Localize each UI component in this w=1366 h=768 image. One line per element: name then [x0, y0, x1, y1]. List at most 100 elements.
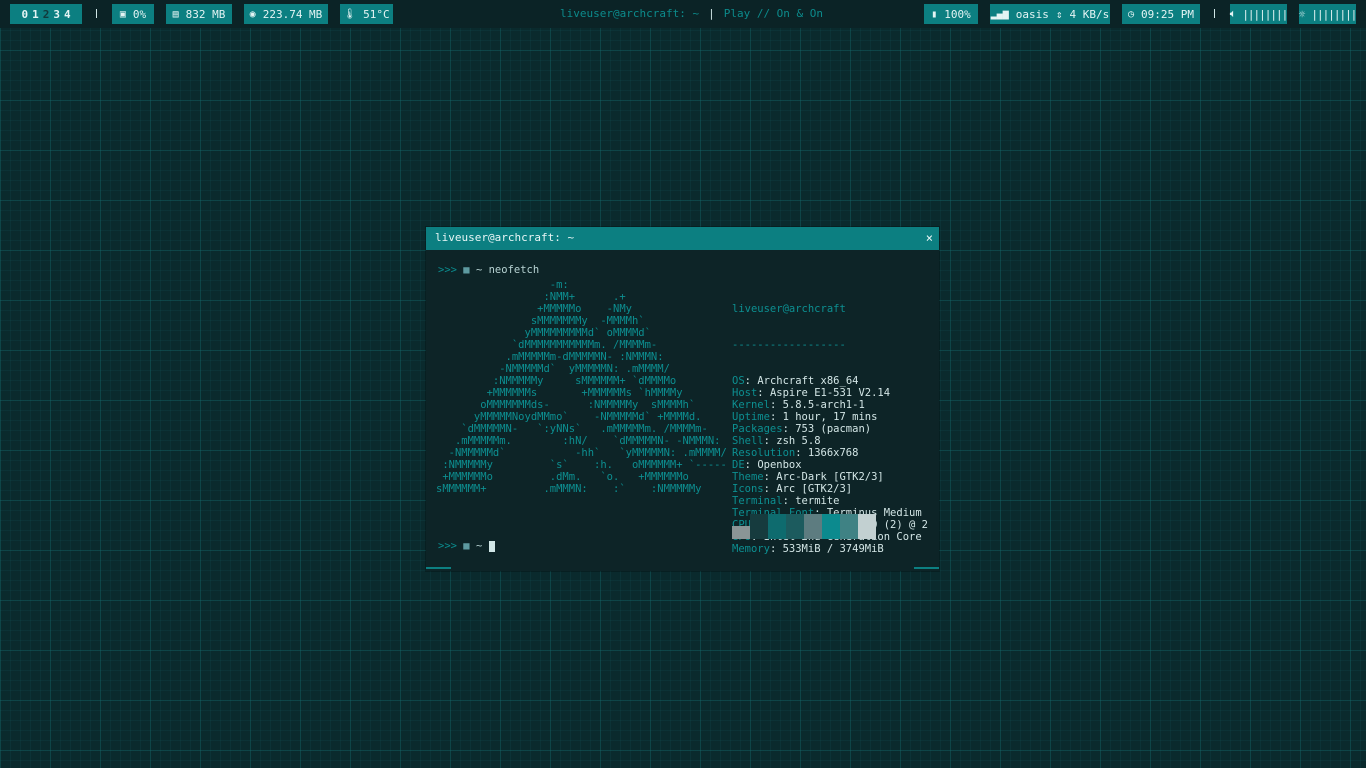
- info-userhost: liveuser@archcraft: [732, 303, 846, 315]
- info-value: Aspire E1-531 V2.14: [769, 387, 891, 399]
- clock-module[interactable]: ◷ 09:25 PM: [1122, 4, 1200, 24]
- info-row: Terminal: termite: [732, 495, 840, 507]
- prompt-line: >>> ■ ~ neofetch: [438, 264, 539, 276]
- window-title-area: liveuser@archcraft: ~ | Play // On & On: [560, 0, 823, 28]
- info-key: DE: [732, 459, 745, 471]
- info-key: Terminal: [732, 495, 783, 507]
- thermometer-icon: 🌡︎: [343, 8, 357, 20]
- workspace-switcher: 0 1 2 3 4: [10, 4, 82, 24]
- palette-swatch: [822, 514, 840, 539]
- prompt-line-active[interactable]: >>> ■ ~: [438, 540, 495, 552]
- palette-swatch: [840, 514, 858, 539]
- workspace-3[interactable]: 3: [53, 8, 60, 21]
- info-row: Theme: Arc-Dark [GTK2/3]: [732, 471, 884, 483]
- info-value: Arc [GTK2/3]: [776, 483, 853, 495]
- info-row: Packages: 753 (pacman): [732, 423, 872, 435]
- info-row: Shell: zsh 5.8: [732, 435, 821, 447]
- workspace-4[interactable]: 4: [64, 8, 71, 21]
- info-value: 1366x768: [807, 447, 859, 459]
- prompt-arrows: >>>: [438, 540, 457, 552]
- network-speed: 4 KB/s: [1069, 7, 1110, 21]
- info-key: Shell: [732, 435, 764, 447]
- color-palette: [732, 514, 876, 539]
- disk-module[interactable]: ◉ 223.74 MB: [244, 4, 328, 24]
- text-cursor: [488, 540, 495, 552]
- info-value: 5.8.5-arch1-1: [782, 399, 865, 411]
- info-row: Resolution: 1366x768: [732, 447, 859, 459]
- network-ssid: oasis: [1015, 7, 1049, 21]
- disk-value: 223.74 MB: [262, 7, 323, 21]
- prompt-dir: ~: [475, 540, 483, 552]
- info-value: Arc-Dark [GTK2/3]: [776, 471, 884, 483]
- info-key: Packages: [732, 423, 783, 435]
- memory-module[interactable]: ▤ 832 MB: [166, 4, 232, 24]
- terminal-left-indicator: [426, 567, 451, 569]
- top-panel: 0 1 2 3 4 ▣ 0% ▤ 832 MB ◉ 223.74 MB 🌡︎ 5…: [0, 0, 1366, 28]
- speaker-icon: 🔈︎: [1229, 7, 1237, 20]
- palette-swatch: [750, 514, 768, 539]
- folder-icon: ■: [463, 264, 470, 276]
- info-key: OS: [732, 375, 745, 387]
- brightness-icon: ☼: [1298, 7, 1306, 21]
- memory-icon: ▤: [172, 8, 179, 20]
- terminal-title: liveuser@archcraft: ~: [435, 231, 575, 244]
- command-text: neofetch: [488, 264, 540, 276]
- brightness-module[interactable]: ☼ ||||||||: [1298, 4, 1357, 24]
- close-icon[interactable]: ×: [926, 227, 933, 249]
- info-value: 1 hour, 17 mins: [782, 411, 878, 423]
- info-value: 753 (pacman): [795, 423, 872, 435]
- brightness-level[interactable]: ||||||||: [1311, 8, 1357, 21]
- terminal-window[interactable]: liveuser@archcraft: ~ × >>> ■ ~ neofetch…: [426, 227, 939, 571]
- info-row: Memory: 533MiB / 3749MiB: [732, 543, 884, 555]
- temperature-value: 51°C: [363, 7, 390, 21]
- info-row: Kernel: 5.8.5-arch1-1: [732, 399, 865, 411]
- terminal-titlebar[interactable]: liveuser@archcraft: ~ ×: [426, 227, 939, 250]
- battery-icon: ▮: [931, 8, 938, 20]
- memory-value: 832 MB: [185, 7, 226, 21]
- workspace-0[interactable]: 0: [21, 8, 28, 21]
- info-value: 533MiB / 3749MiB: [782, 543, 884, 555]
- prompt-dir: ~: [475, 264, 483, 276]
- network-module[interactable]: ▂▄▆ oasis ⇕ 4 KB/s: [990, 4, 1110, 24]
- info-value: Archcraft x86_64: [757, 375, 859, 387]
- info-key: Theme: [732, 471, 764, 483]
- info-key: Kernel: [732, 399, 770, 411]
- folder-icon: ■: [463, 540, 470, 552]
- info-row: Uptime: 1 hour, 17 mins: [732, 411, 878, 423]
- battery-value: 100%: [944, 7, 971, 21]
- battery-module[interactable]: ▮ 100%: [924, 4, 978, 24]
- active-window-title[interactable]: liveuser@archcraft: ~: [560, 7, 699, 20]
- separator: |: [708, 7, 715, 20]
- temperature-module[interactable]: 🌡︎ 51°C: [340, 4, 393, 24]
- separator: [96, 9, 97, 18]
- info-key: Memory: [732, 543, 770, 555]
- info-separator: ------------------: [732, 339, 846, 351]
- clock-value: 09:25 PM: [1141, 7, 1194, 21]
- palette-swatch: [768, 514, 786, 539]
- info-value: termite: [795, 495, 840, 507]
- arch-logo-ascii: -m: :NMM+ .+ +MMMMMo -NMy sMMMMMMMy -MMM…: [436, 279, 727, 495]
- info-row: DE: Openbox: [732, 459, 802, 471]
- volume-module[interactable]: 🔈︎ ||||||||: [1229, 4, 1288, 24]
- workspace-1[interactable]: 1: [32, 8, 39, 21]
- info-value: zsh 5.8: [776, 435, 821, 447]
- volume-level[interactable]: ||||||||: [1242, 8, 1288, 21]
- cpu-module[interactable]: ▣ 0%: [112, 4, 154, 24]
- separator: [1214, 9, 1215, 18]
- prompt-arrows: >>>: [438, 264, 457, 276]
- workspace-2[interactable]: 2: [43, 8, 50, 21]
- palette-swatch: [804, 514, 822, 539]
- cpu-icon: ▣: [119, 8, 126, 20]
- info-row: Host: Aspire E1-531 V2.14: [732, 387, 891, 399]
- signal-icon: ▂▄▆: [990, 8, 1009, 20]
- info-key: Resolution: [732, 447, 796, 459]
- palette-swatch: [732, 526, 750, 539]
- palette-swatch: [858, 514, 876, 539]
- player-status[interactable]: Play // On & On: [724, 7, 823, 20]
- cpu-value: 0%: [132, 7, 147, 21]
- disk-icon: ◉: [249, 8, 256, 20]
- info-key: Icons: [732, 483, 764, 495]
- updown-icon: ⇕: [1055, 7, 1063, 21]
- info-row: OS: Archcraft x86_64: [732, 375, 859, 387]
- info-key: Uptime: [732, 411, 770, 423]
